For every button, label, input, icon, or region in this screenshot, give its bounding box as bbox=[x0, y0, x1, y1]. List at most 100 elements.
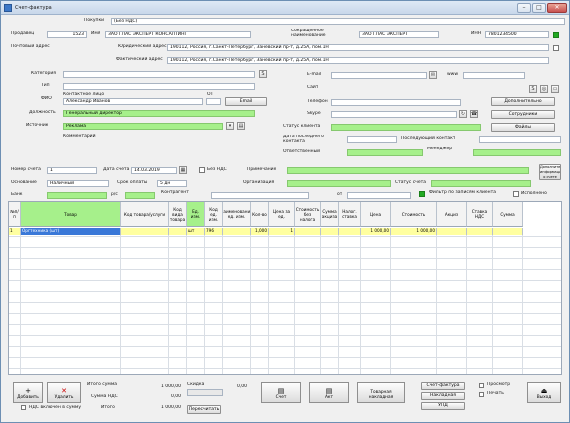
inn-field[interactable]: 7801234500 bbox=[485, 31, 549, 38]
grid-cell[interactable] bbox=[339, 228, 361, 235]
source-card-icon[interactable]: ▤ bbox=[237, 122, 245, 130]
act-button[interactable]: ▤ Акт bbox=[309, 382, 349, 403]
grid-header-cell[interactable]: Код ед. изм. bbox=[205, 202, 223, 227]
grid-header-cell[interactable]: №п/п bbox=[9, 202, 21, 227]
counterparty-status-field[interactable] bbox=[331, 124, 481, 131]
grid-cell[interactable]: 1 bbox=[269, 228, 295, 235]
minimize-icon[interactable]: – bbox=[517, 3, 531, 13]
maximize-icon[interactable]: □ bbox=[532, 3, 546, 13]
date-last-field[interactable] bbox=[347, 136, 397, 143]
contact-name-field[interactable]: Александр Иванов bbox=[63, 98, 203, 105]
preview-check[interactable] bbox=[479, 383, 484, 388]
grid-header-cell[interactable]: Наименование ед. изм. bbox=[223, 202, 251, 227]
responsible-field[interactable] bbox=[347, 149, 423, 156]
nakl-button[interactable]: Накладная bbox=[421, 392, 465, 400]
print2-check[interactable] bbox=[479, 392, 484, 397]
purchases-field[interactable]: (Без НДС) bbox=[111, 18, 565, 25]
seller-short-field[interactable]: ЗАО ГЛАС ЭКСПЕРТ bbox=[359, 31, 439, 38]
ot-field[interactable] bbox=[347, 192, 411, 199]
files-button[interactable]: Файлы bbox=[491, 123, 555, 132]
grid-cell[interactable] bbox=[437, 228, 467, 235]
email-field[interactable] bbox=[331, 72, 427, 79]
date-next-field[interactable] bbox=[479, 136, 561, 143]
post-field[interactable]: Генеральный директор bbox=[63, 110, 255, 117]
grid-header-cell[interactable]: Кол-во bbox=[251, 202, 269, 227]
add-button[interactable]: + Добавить bbox=[13, 382, 43, 403]
grid-cell[interactable]: 796 bbox=[205, 228, 223, 235]
period-field[interactable]: 5 дн bbox=[157, 180, 187, 187]
skype-refresh-icon[interactable]: ↻ bbox=[459, 110, 467, 118]
employees-button[interactable]: Сотрудники bbox=[491, 110, 555, 119]
grid-header-cell[interactable]: Стоимость bbox=[391, 202, 437, 227]
invoice-date-field[interactable]: 14.03.2019 bbox=[131, 167, 177, 174]
grid-cell[interactable] bbox=[493, 228, 523, 235]
legal-address-field[interactable]: 190112, Россия, г.Санкт-Петербург, Занев… bbox=[167, 44, 549, 51]
manager-field[interactable] bbox=[473, 149, 561, 156]
grid-header-cell[interactable]: Цена bbox=[361, 202, 391, 227]
grid-cell[interactable]: Оргтехника (шт) bbox=[21, 228, 121, 235]
folder-icon[interactable]: ▭ bbox=[551, 85, 559, 93]
grid-cell[interactable] bbox=[121, 228, 169, 235]
grid-cell[interactable] bbox=[295, 228, 321, 235]
grid-header-cell[interactable]: Ставка НДС bbox=[467, 202, 493, 227]
bank-field[interactable] bbox=[47, 192, 107, 199]
grid-header-cell[interactable]: Акциз bbox=[437, 202, 467, 227]
actual-address-field[interactable]: 190112, Россия, г.Санкт-Петербург, Занев… bbox=[167, 57, 549, 64]
seller-check[interactable] bbox=[553, 32, 559, 38]
contract-field[interactable] bbox=[211, 192, 309, 199]
grid-cell[interactable]: 1 bbox=[9, 228, 21, 235]
skype-icon[interactable]: S bbox=[529, 85, 537, 93]
seller-number-field[interactable]: 1523 bbox=[47, 31, 87, 38]
skype-call-icon[interactable]: ☎ bbox=[470, 110, 478, 118]
grid-header-cell[interactable]: Ед. изм. bbox=[187, 202, 205, 227]
status-field[interactable] bbox=[431, 180, 531, 187]
type-field[interactable] bbox=[63, 83, 255, 90]
filter-check[interactable] bbox=[419, 191, 425, 197]
grid-cell[interactable]: 1 000,00 bbox=[391, 228, 437, 235]
email-extra-field[interactable] bbox=[463, 72, 525, 79]
grid-header-cell[interactable]: Цена за ед. bbox=[269, 202, 295, 227]
exit-button[interactable]: ⏏ Выход bbox=[527, 382, 561, 403]
grid-cell[interactable] bbox=[223, 228, 251, 235]
note-field[interactable] bbox=[287, 167, 529, 174]
email-button[interactable]: Email bbox=[225, 97, 267, 106]
grid-cell[interactable]: шт bbox=[187, 228, 205, 235]
invoice-num-field[interactable]: 1 bbox=[47, 167, 97, 174]
grid-header-cell[interactable]: Код товара/услуги bbox=[121, 202, 169, 227]
recalc-button[interactable]: Пересчитать bbox=[187, 405, 221, 414]
org-field[interactable] bbox=[287, 180, 391, 187]
on-field[interactable] bbox=[206, 98, 221, 105]
calendar-icon[interactable]: ▦ bbox=[179, 166, 187, 174]
rs-field[interactable] bbox=[125, 192, 155, 199]
web-icon[interactable]: ◎ bbox=[540, 85, 548, 93]
grid-header-cell[interactable]: Сумма акциза bbox=[321, 202, 339, 227]
skype-field[interactable] bbox=[331, 111, 457, 118]
email-send-icon[interactable]: ✉ bbox=[429, 71, 437, 79]
grid-header-cell[interactable]: Сумма bbox=[493, 202, 523, 227]
grid-header-cell[interactable]: Код вида товара bbox=[169, 202, 187, 227]
more-button[interactable]: Дополнительно bbox=[491, 97, 555, 106]
category-lookup-icon[interactable]: S bbox=[259, 70, 267, 78]
grid-cell[interactable] bbox=[321, 228, 339, 235]
torg-button[interactable]: Товарная накладная bbox=[357, 382, 405, 403]
extra-info-button[interactable]: Дополнительная информация о счете bbox=[539, 164, 561, 180]
source-lookup-icon[interactable]: ▾ bbox=[226, 122, 234, 130]
close-icon[interactable]: ✕ bbox=[547, 3, 567, 13]
exec-check[interactable] bbox=[513, 191, 519, 197]
print-invoice-button[interactable]: ▤ Счет bbox=[261, 382, 301, 403]
grid-header-cell[interactable]: Налог. ставка bbox=[339, 202, 361, 227]
grid-header-cell[interactable]: Товар bbox=[21, 202, 121, 227]
source-field[interactable]: Реклама bbox=[63, 123, 223, 130]
grid-cell[interactable] bbox=[467, 228, 493, 235]
category-field[interactable] bbox=[63, 71, 255, 78]
payment-field[interactable]: Наличный bbox=[47, 180, 109, 187]
upd-button[interactable]: УПД bbox=[421, 402, 465, 410]
grid-cell[interactable]: 1,000 bbox=[251, 228, 269, 235]
grid-cell[interactable]: 1 000,00 bbox=[361, 228, 391, 235]
sf-button[interactable]: Счет-фактура bbox=[421, 382, 465, 390]
vat-included-check[interactable] bbox=[21, 405, 26, 410]
grid-header-cell[interactable]: Стоимость без налога bbox=[295, 202, 321, 227]
delete-button[interactable]: ✕ Удалить bbox=[47, 382, 81, 403]
discount-field[interactable] bbox=[187, 389, 223, 396]
no-vat-check[interactable] bbox=[199, 167, 205, 173]
